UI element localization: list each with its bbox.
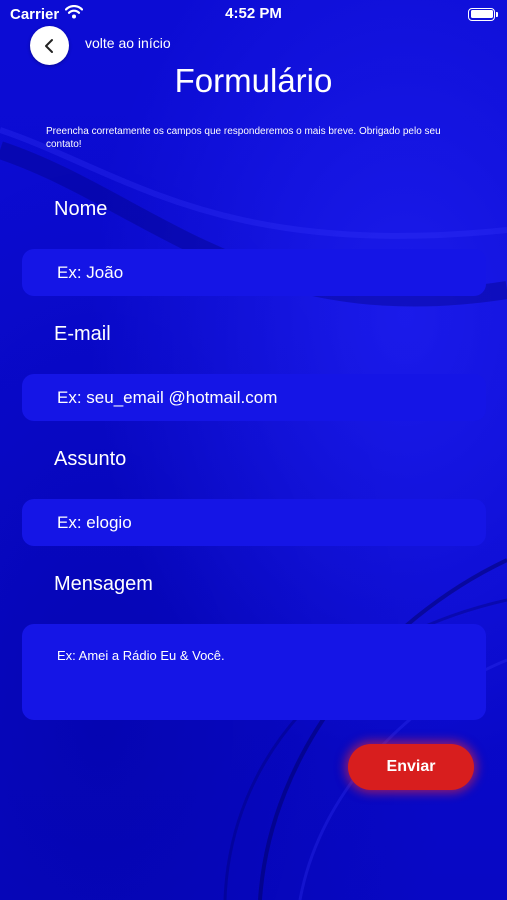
name-input[interactable]: Ex: João [22,249,486,296]
subject-label: Assunto [54,448,127,470]
subject-input[interactable]: Ex: elogio [22,499,486,546]
chevron-left-icon [44,38,53,53]
back-button[interactable] [30,26,69,65]
message-textarea[interactable]: Ex: Amei a Rádio Eu & Você. [22,624,486,720]
back-label[interactable]: volte ao início [85,35,171,51]
status-time: 4:52 PM [225,5,282,22]
message-label: Mensagem [54,573,153,595]
intro-text: Preencha corretamente os campos que resp… [46,126,441,150]
page-title: Formulário [174,62,333,99]
send-button[interactable]: Enviar [348,744,474,790]
name-label: Nome [54,198,108,220]
email-input[interactable]: Ex: seu_email @hotmail.com [22,374,486,421]
email-label: E-mail [54,323,111,345]
